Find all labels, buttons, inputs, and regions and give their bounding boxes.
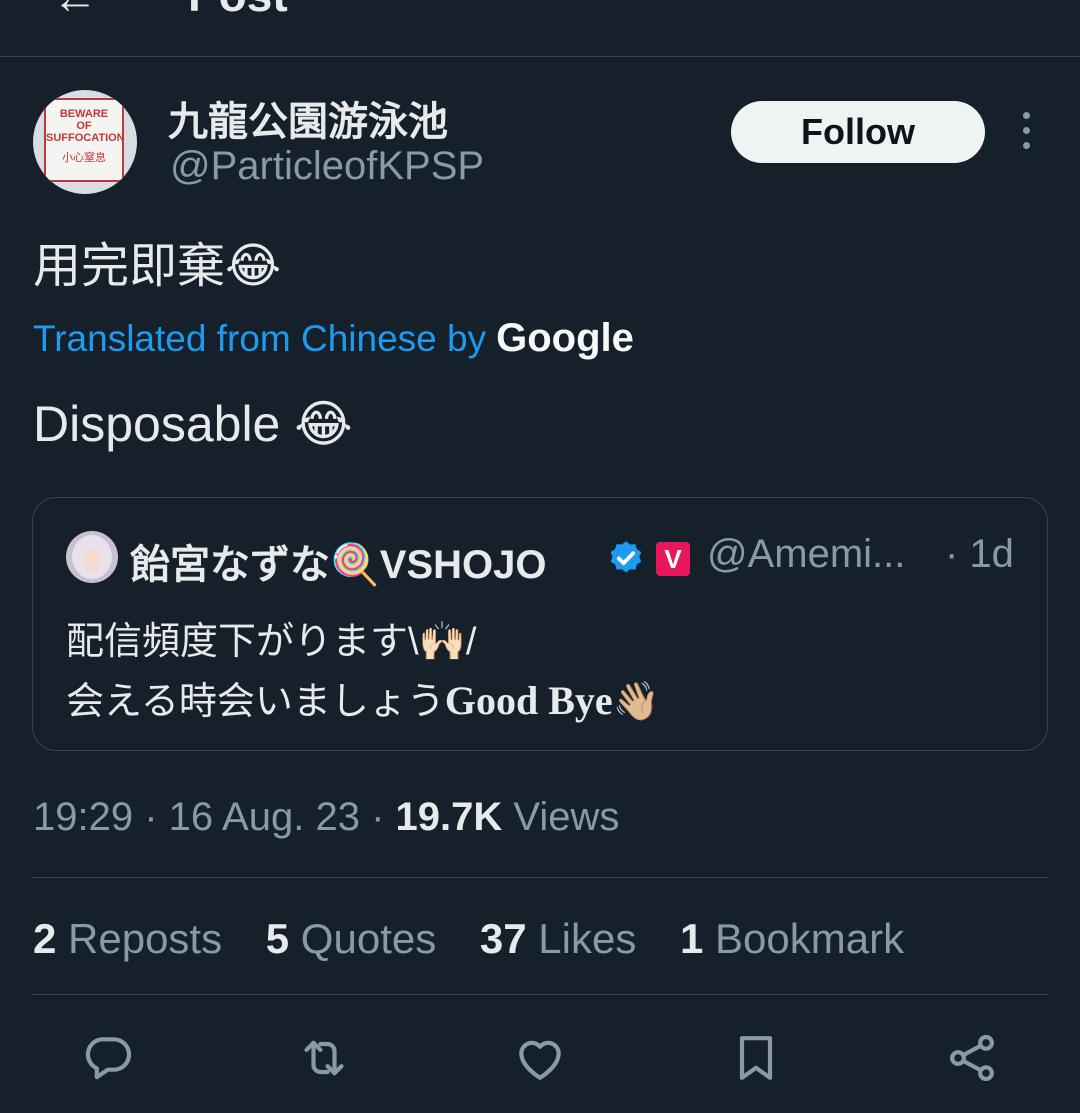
- quoted-avatar: [66, 531, 118, 583]
- translation-attribution[interactable]: Translated from Chinese by Google: [33, 316, 634, 361]
- views-label[interactable]: Views: [502, 795, 619, 839]
- author-avatar[interactable]: BEWARE OF SUFFOCATION 小心窒息: [33, 90, 137, 194]
- vshojo-badge-icon: V: [656, 542, 690, 576]
- avatar-sign: BEWARE OF SUFFOCATION 小心窒息: [44, 98, 125, 182]
- back-arrow-icon[interactable]: ←: [52, 0, 98, 24]
- translated-text: Disposable 😂: [33, 396, 353, 452]
- stat-count: 37: [479, 915, 527, 962]
- likes-stat[interactable]: 37 Likes: [480, 915, 636, 962]
- sign-text-line: SUFFOCATION: [46, 132, 125, 144]
- stat-count: 2: [33, 915, 57, 962]
- google-logo: Google: [496, 316, 634, 360]
- follow-button[interactable]: Follow: [731, 101, 985, 163]
- quotes-stat[interactable]: 5 Quotes: [266, 915, 436, 962]
- sign-text-line: BEWARE: [59, 108, 109, 120]
- like-icon[interactable]: [512, 1030, 568, 1086]
- share-icon[interactable]: [944, 1030, 1000, 1086]
- sign-text-line: 小心窒息: [62, 152, 106, 164]
- quoted-text-bold: Good Bye: [444, 678, 613, 723]
- quoted-post[interactable]: 飴宮なずな🍭VSHOJO V @Amemi... · 1d 配信頻度下がります\…: [32, 497, 1048, 751]
- bookmarks-stat[interactable]: 1 Bookmark: [680, 915, 904, 962]
- stat-label: Likes: [526, 915, 637, 962]
- author-handle[interactable]: @ParticleofKPSP: [170, 144, 484, 189]
- sign-text-line: OF: [76, 120, 92, 132]
- translated-label[interactable]: Translated from Chinese by: [33, 318, 486, 359]
- quoted-author-handle: @Amemi...: [707, 532, 906, 576]
- quoted-emoji: 👋🏼: [612, 681, 660, 723]
- reposts-stat[interactable]: 2 Reposts: [33, 915, 222, 962]
- post-time: 19:29: [33, 795, 134, 839]
- views-count[interactable]: 19.7K: [396, 795, 503, 839]
- meta-separator: ·: [359, 795, 396, 839]
- stat-label: Bookmark: [703, 915, 905, 962]
- author-name[interactable]: 九龍公園游泳池: [168, 89, 448, 147]
- more-options-icon[interactable]: [1014, 112, 1038, 154]
- meta-separator: ·: [133, 795, 169, 839]
- quoted-timestamp: · 1d: [945, 532, 1014, 576]
- post-meta: 19:29 · 16 Aug. 23 · 19.7K Views: [33, 795, 619, 840]
- bookmark-icon[interactable]: [728, 1030, 784, 1086]
- stat-label: Quotes: [289, 915, 437, 962]
- engagement-stats: 2 Reposts 5 Quotes 37 Likes 1 Bookmark: [33, 915, 936, 963]
- stat-count: 1: [680, 915, 704, 962]
- repost-icon[interactable]: [296, 1030, 352, 1086]
- reply-icon[interactable]: [80, 1030, 136, 1086]
- stat-count: 5: [265, 915, 290, 962]
- top-bar: ← Post: [0, 0, 1080, 57]
- divider: [32, 994, 1048, 995]
- quoted-text-line: 配信頻度下がります\🙌🏻/: [66, 621, 477, 663]
- quoted-text-part: 会える時会いましょう: [66, 681, 445, 723]
- quoted-author-name: 飴宮なずな🍭VSHOJO: [130, 543, 547, 587]
- post-text: 用完即棄😂: [33, 240, 282, 293]
- post-date: 16 Aug. 23: [168, 795, 360, 839]
- page-title: Post: [188, 0, 288, 22]
- stat-label: Reposts: [56, 915, 223, 962]
- divider: [32, 877, 1048, 878]
- verified-badge-icon: [610, 541, 642, 573]
- quoted-text-line: 会える時会いましょうGood Bye👋🏼: [66, 670, 660, 725]
